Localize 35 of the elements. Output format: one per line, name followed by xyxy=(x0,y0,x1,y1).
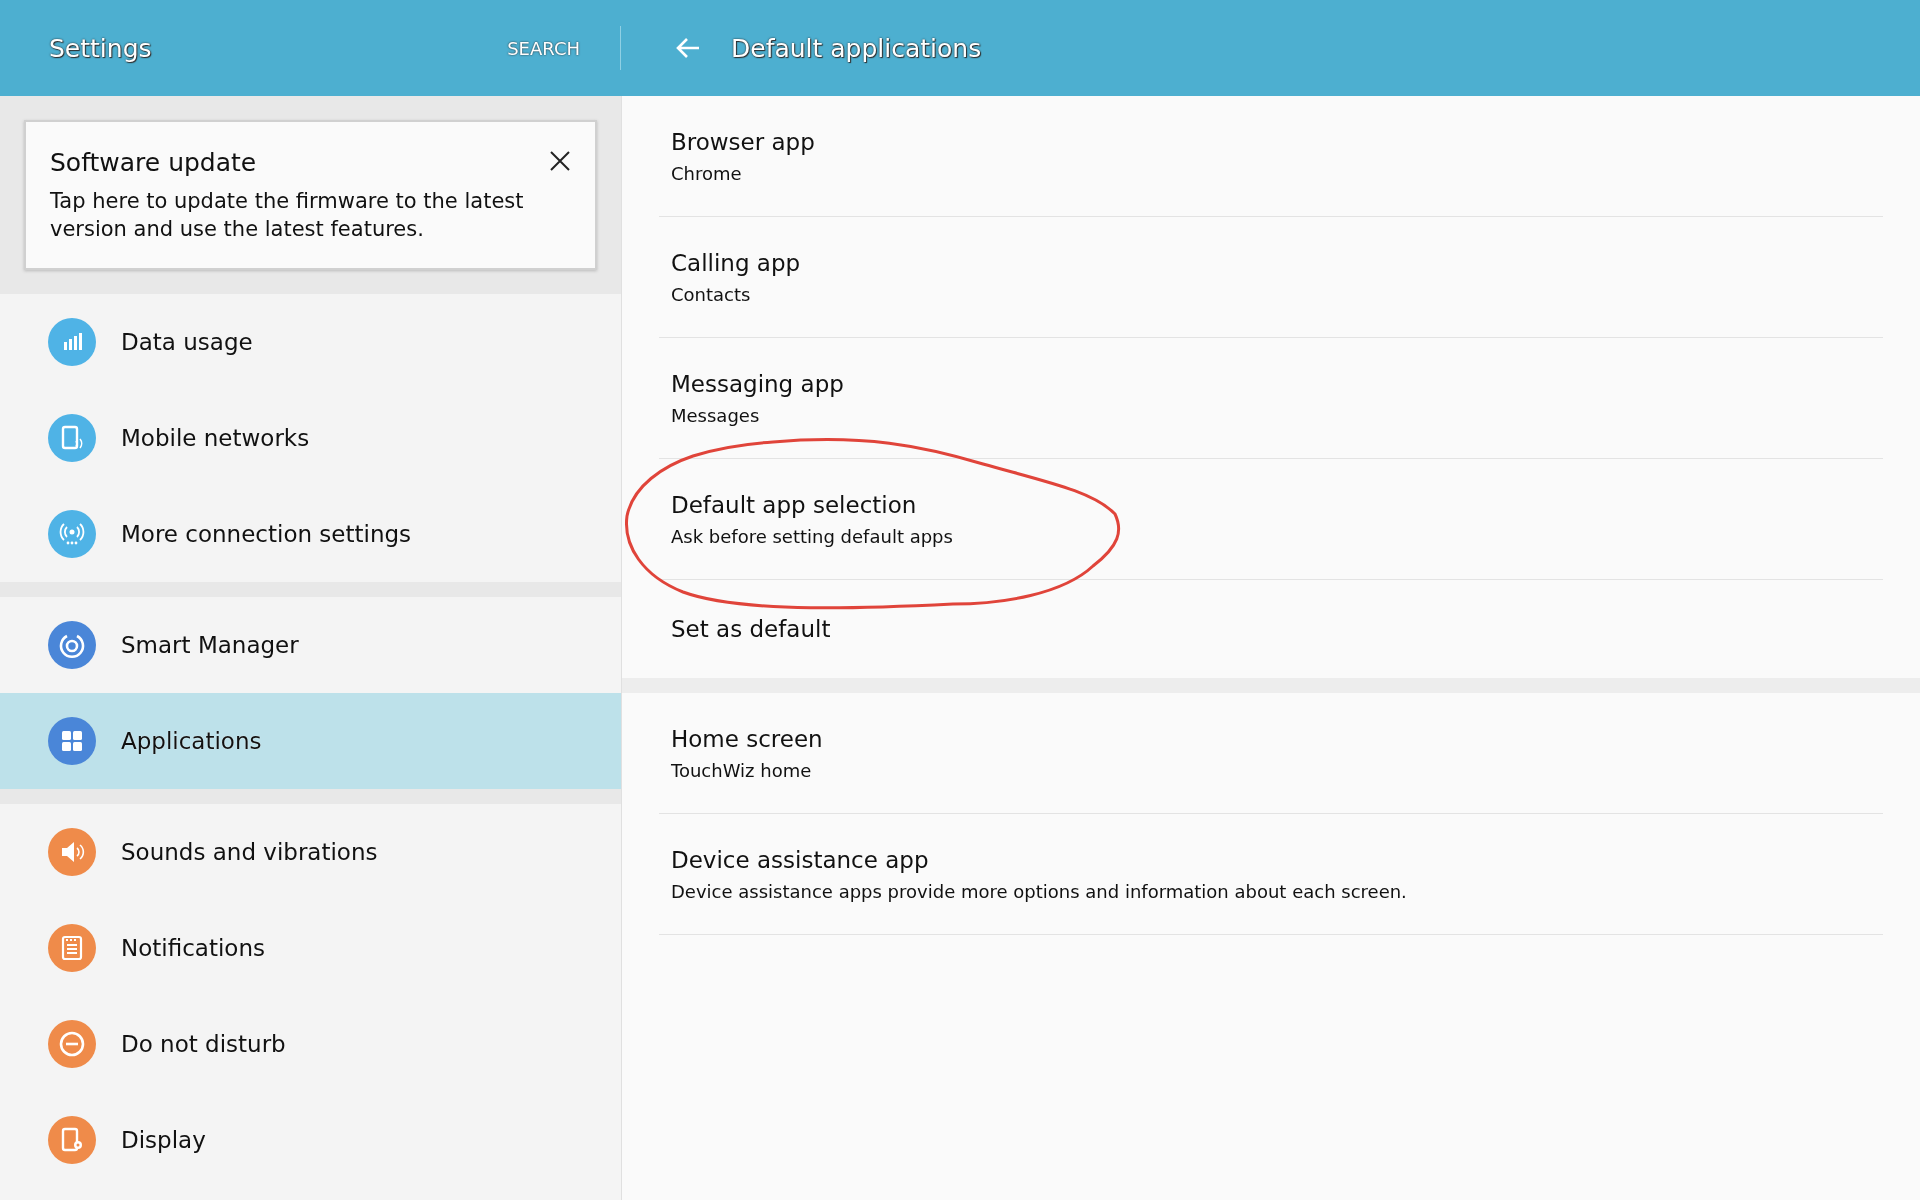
menu-item[interactable]: Mobile networks xyxy=(0,390,621,486)
setting-title: Default app selection xyxy=(671,491,918,518)
setting-title: Browser app xyxy=(671,128,815,155)
setting-row[interactable]: Home screen TouchWiz home xyxy=(659,693,1883,814)
card-text: Tap here to update the firmware to the latest version and use the latest features. xyxy=(50,188,525,243)
menu-item[interactable]: Applications xyxy=(0,693,621,789)
setting-row[interactable]: Browser app Chrome xyxy=(659,96,1883,217)
setting-row[interactable]: Device assistance app Device assistance apps provide more options and information about each screen. xyxy=(659,814,1883,935)
setting-row[interactable]: Messaging app Messages xyxy=(659,338,1883,459)
menu-item[interactable]: Display xyxy=(0,1092,621,1188)
menu-item[interactable]: Smart Manager xyxy=(0,597,621,693)
setting-value: Chrome xyxy=(671,162,743,184)
card-title: Software update xyxy=(50,148,257,177)
menu-item[interactable]: Do not disturb xyxy=(0,996,621,1092)
setting-row[interactable]: Default app selection Ask before setting default apps xyxy=(659,459,1883,580)
setting-value: TouchWiz home xyxy=(671,759,813,781)
setting-row[interactable]: Calling app Contacts xyxy=(659,217,1883,338)
setting-title: Calling app xyxy=(671,249,801,276)
setting-title: Messaging app xyxy=(671,370,844,397)
setting-title: Device assistance app xyxy=(671,846,930,873)
menu-item[interactable]: Notifications xyxy=(0,900,621,996)
close-icon[interactable] xyxy=(549,150,571,172)
menu-item[interactable]: Sounds and vibrations xyxy=(0,804,621,900)
setting-value: Contacts xyxy=(671,283,752,305)
update-card[interactable]: Software update Tap here to update the firmware to the latest version and use the latest features. xyxy=(24,120,597,270)
setting-value: Messages xyxy=(671,404,761,426)
page-title: Default applications xyxy=(731,33,982,63)
setting-row[interactable]: Set as default xyxy=(659,580,1883,678)
app-title: Settings xyxy=(49,33,152,63)
setting-value: Ask before setting default apps xyxy=(671,525,953,547)
setting-title: Set as default xyxy=(671,616,831,642)
setting-title: Home screen xyxy=(671,725,823,752)
menu-item[interactable]: Data usage xyxy=(0,294,621,390)
menu-item[interactable]: More connection settings xyxy=(0,486,621,582)
setting-value: Device assistance apps provide more options and information about each screen. xyxy=(671,880,1407,902)
